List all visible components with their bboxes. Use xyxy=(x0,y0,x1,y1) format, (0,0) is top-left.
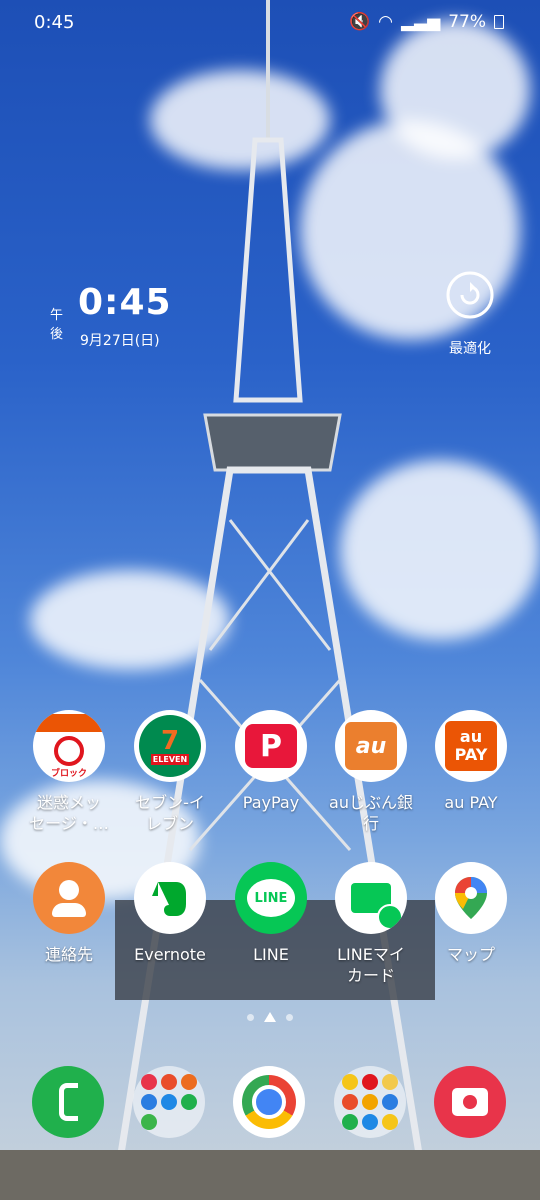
app-label: セブン-イ レブン xyxy=(135,793,205,833)
app-label: PayPay xyxy=(242,793,300,812)
app-maps[interactable]: マップ xyxy=(421,862,521,965)
chrome-icon[interactable] xyxy=(233,1066,305,1138)
app-label: 連絡先 xyxy=(44,945,93,964)
block-icon: ブロック xyxy=(33,710,105,782)
status-bar: 0:45 🔇 ◠ ▂▃▅ 77% xyxy=(0,0,540,46)
app-label: 迷惑メッ セージ・… xyxy=(29,793,109,833)
signal-icon: ▂▃▅ xyxy=(400,12,441,32)
app-paypay[interactable]: P PayPay xyxy=(221,710,321,813)
au-jibun-bank-icon: au xyxy=(335,710,407,782)
app-label: マップ xyxy=(446,945,495,964)
line-icon: LINE xyxy=(235,862,307,934)
app-label: LINEマイ カード xyxy=(337,945,405,985)
folder-icon[interactable] xyxy=(133,1066,205,1138)
status-time: 0:45 xyxy=(34,12,75,33)
clock-ampm: 午後 xyxy=(50,308,64,342)
mute-icon: 🔇 xyxy=(348,12,371,32)
app-label: auじぶん銀 行 xyxy=(329,793,413,833)
app-contacts[interactable]: 連絡先 xyxy=(19,862,119,965)
app-label: au PAY xyxy=(444,793,498,812)
app-au-jibun-bank[interactable]: au auじぶん銀 行 xyxy=(321,710,421,834)
optimize-label: 最適化 xyxy=(449,341,491,357)
refresh-icon xyxy=(446,271,494,319)
app-line[interactable]: LINE LINE xyxy=(221,862,321,965)
home-page-icon xyxy=(264,1012,276,1022)
app-line-mycard[interactable]: LINEマイ カード xyxy=(321,862,421,986)
battery-percent: 77% xyxy=(448,12,486,32)
contacts-icon xyxy=(33,862,105,934)
folder-icon[interactable] xyxy=(334,1066,406,1138)
page-dot xyxy=(286,1013,293,1021)
au-pay-icon: au PAY xyxy=(435,710,507,782)
page-dot xyxy=(247,1013,254,1021)
app-label: Evernote xyxy=(134,945,206,964)
line-mycard-icon xyxy=(335,862,407,934)
app-evernote[interactable]: Evernote xyxy=(120,862,220,965)
app-spam-block[interactable]: ブロック 迷惑メッ セージ・… xyxy=(19,710,119,834)
camera-icon[interactable] xyxy=(434,1066,506,1138)
evernote-icon xyxy=(134,862,206,934)
seven-eleven-icon: 7 ELEVEN xyxy=(134,710,206,782)
wifi-icon: ◠ xyxy=(378,12,393,32)
battery-icon xyxy=(494,15,504,29)
clock-date: 9月27日(日) xyxy=(80,333,160,349)
maps-icon xyxy=(435,862,507,934)
app-au-pay[interactable]: au PAY au PAY xyxy=(421,710,521,813)
clock-time: 0:45 xyxy=(78,282,172,323)
phone-icon[interactable] xyxy=(32,1066,104,1138)
paypay-icon: P xyxy=(235,710,307,782)
page-indicator[interactable] xyxy=(0,1012,540,1022)
optimize-widget[interactable]: 最適化 xyxy=(440,270,500,358)
app-label: LINE xyxy=(253,945,289,964)
app-seven-eleven[interactable]: 7 ELEVEN セブン-イ レブン xyxy=(120,710,220,834)
